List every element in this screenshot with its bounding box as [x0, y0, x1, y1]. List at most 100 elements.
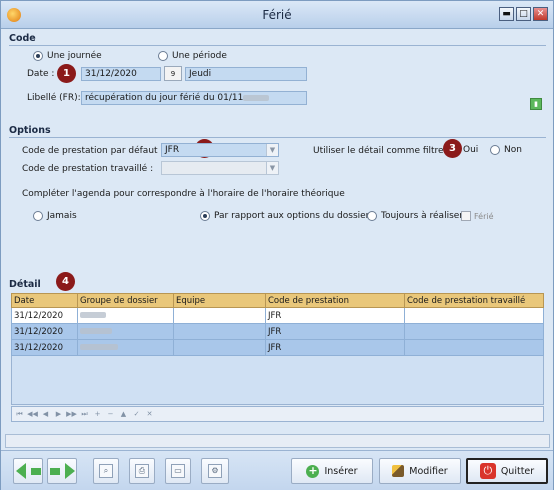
callout-badge-1: 1	[57, 64, 76, 83]
checkbox-label: Férié	[474, 211, 494, 221]
previous-button[interactable]	[13, 458, 43, 484]
radio-dot-icon	[158, 51, 168, 61]
code-defaut-value: JFR	[165, 145, 180, 155]
grid-header-row: Date Groupe de dossier Equipe Code de pr…	[11, 293, 544, 308]
note-button[interactable]: ▭	[165, 458, 191, 484]
filtre-label: Utiliser le détail comme filtre :	[313, 146, 450, 156]
cell-date: 31/12/2020	[11, 307, 78, 324]
modify-button[interactable]: Modifier	[379, 458, 461, 484]
insert-button[interactable]: + Insérer	[291, 458, 373, 484]
minimize-button[interactable]: ▬	[499, 7, 514, 21]
libelle-value: récupération du jour férié du 01/11	[85, 93, 244, 103]
next-page-icon[interactable]: ▶▶	[66, 409, 77, 420]
chevron-down-icon[interactable]: ▼	[266, 144, 278, 156]
note-icon: ▭	[171, 464, 185, 478]
section-title-code: Code	[9, 33, 36, 44]
column-header[interactable]: Groupe de dossier	[77, 293, 174, 308]
section-title-options: Options	[9, 125, 51, 136]
gear-icon: ⚙	[208, 464, 222, 478]
cell-equipe	[173, 307, 266, 324]
radio-label: Toujours à réaliser	[381, 211, 463, 221]
date-field[interactable]: 31/12/2020	[81, 67, 161, 81]
agenda-label: Compléter l'agenda pour correspondre à l…	[22, 189, 345, 199]
power-icon: ⏻	[479, 463, 496, 479]
date-label: Date :	[27, 69, 55, 79]
radio-jamais[interactable]: Jamais	[33, 211, 77, 221]
radio-dot-icon	[33, 211, 43, 221]
edit-record-icon[interactable]: ▲	[118, 409, 129, 420]
radio-toujours-realiser[interactable]: Toujours à réaliser	[367, 211, 463, 221]
ferie-checkbox[interactable]: Férié	[461, 211, 494, 221]
title-bar: Férié ▬ □ ✕	[1, 1, 553, 29]
radio-label: Une journée	[47, 51, 102, 61]
window-title: Férié	[262, 8, 292, 22]
cancel-record-icon[interactable]: ✕	[144, 409, 155, 420]
libelle-label: Libellé (FR):	[27, 93, 81, 103]
code-defaut-select[interactable]: JFR ▼	[161, 143, 279, 157]
maximize-button[interactable]: □	[516, 7, 531, 21]
settings-button[interactable]: ⚙	[201, 458, 229, 484]
cell-code: JFR	[265, 323, 405, 340]
brush-icon	[392, 465, 405, 477]
cell-code: JFR	[265, 307, 405, 324]
radio-label: Oui	[463, 145, 479, 155]
cell-equipe	[173, 339, 266, 356]
code-travaille-select[interactable]: ▼	[161, 161, 279, 175]
radio-une-journee[interactable]: Une journée	[33, 51, 102, 61]
last-page-icon[interactable]: ⏭	[79, 409, 90, 420]
cell-code: JFR	[265, 339, 405, 356]
day-field: Jeudi	[185, 67, 307, 81]
column-header[interactable]: Equipe	[173, 293, 266, 308]
print-button[interactable]: ⎙	[129, 458, 155, 484]
search-icon: ⌕	[99, 464, 113, 478]
cell-code-travaille	[404, 307, 544, 324]
arrow-shaft	[49, 467, 60, 475]
first-page-icon[interactable]: ⏮	[14, 409, 25, 420]
cell-groupe	[77, 307, 174, 324]
radio-label: Jamais	[47, 211, 77, 221]
column-header[interactable]: Code de prestation	[265, 293, 405, 308]
prev-record-icon[interactable]: ◀	[40, 409, 51, 420]
radio-dot-icon	[490, 145, 500, 155]
callout-badge-4: 4	[56, 272, 75, 291]
add-record-icon[interactable]: +	[92, 409, 103, 420]
libelle-field[interactable]: récupération du jour férié du 01/11	[81, 91, 307, 105]
prev-page-icon[interactable]: ◀◀	[27, 409, 38, 420]
code-travaille-label: Code de prestation travaillé :	[22, 164, 154, 174]
code-defaut-label: Code de prestation par défaut :	[22, 146, 164, 156]
cell-date: 31/12/2020	[11, 339, 78, 356]
close-button[interactable]: ✕	[533, 7, 548, 21]
radio-par-rapport-dossier[interactable]: Par rapport aux options du dossier	[200, 211, 369, 221]
column-header[interactable]: Date	[11, 293, 78, 308]
cell-groupe	[77, 323, 174, 340]
radio-filtre-oui[interactable]: Oui	[463, 145, 478, 155]
calendar-icon[interactable]: 9	[164, 66, 182, 81]
table-row[interactable]: 31/12/2020 JFR	[11, 339, 544, 356]
quit-button[interactable]: ⏻ Quitter	[466, 458, 548, 484]
printer-icon: ⎙	[135, 464, 149, 478]
translate-icon[interactable]: ▮	[530, 98, 542, 110]
redacted-text	[80, 344, 118, 350]
radio-label: Non	[504, 145, 522, 155]
radio-dot-icon	[33, 51, 43, 61]
radio-dot-icon	[367, 211, 377, 221]
radio-filtre-non[interactable]: Non	[490, 145, 522, 155]
table-row[interactable]: 31/12/2020 JFR	[11, 323, 544, 340]
section-title-detail: Détail	[9, 279, 41, 290]
radio-une-periode[interactable]: Une période	[158, 51, 227, 61]
cell-code-travaille	[404, 323, 544, 340]
column-header[interactable]: Code de prestation travaillé	[404, 293, 544, 308]
post-record-icon[interactable]: ✓	[131, 409, 142, 420]
delete-record-icon[interactable]: −	[105, 409, 116, 420]
window: Férié ▬ □ ✕ Code Une journée Une période…	[0, 0, 554, 490]
bottom-toolbar: ⌕ ⎙ ▭ ⚙ + Insérer Modifier ⏻ Quitter	[1, 450, 553, 490]
detail-grid: Date Groupe de dossier Equipe Code de pr…	[11, 293, 544, 356]
next-button[interactable]	[47, 458, 77, 484]
chevron-down-icon[interactable]: ▼	[266, 162, 278, 174]
search-button[interactable]: ⌕	[93, 458, 119, 484]
quit-label: Quitter	[500, 465, 535, 477]
arrow-shaft	[30, 467, 41, 475]
status-bar	[5, 434, 550, 448]
next-record-icon[interactable]: ▶	[53, 409, 64, 420]
table-row[interactable]: 31/12/2020 JFR	[11, 307, 544, 324]
